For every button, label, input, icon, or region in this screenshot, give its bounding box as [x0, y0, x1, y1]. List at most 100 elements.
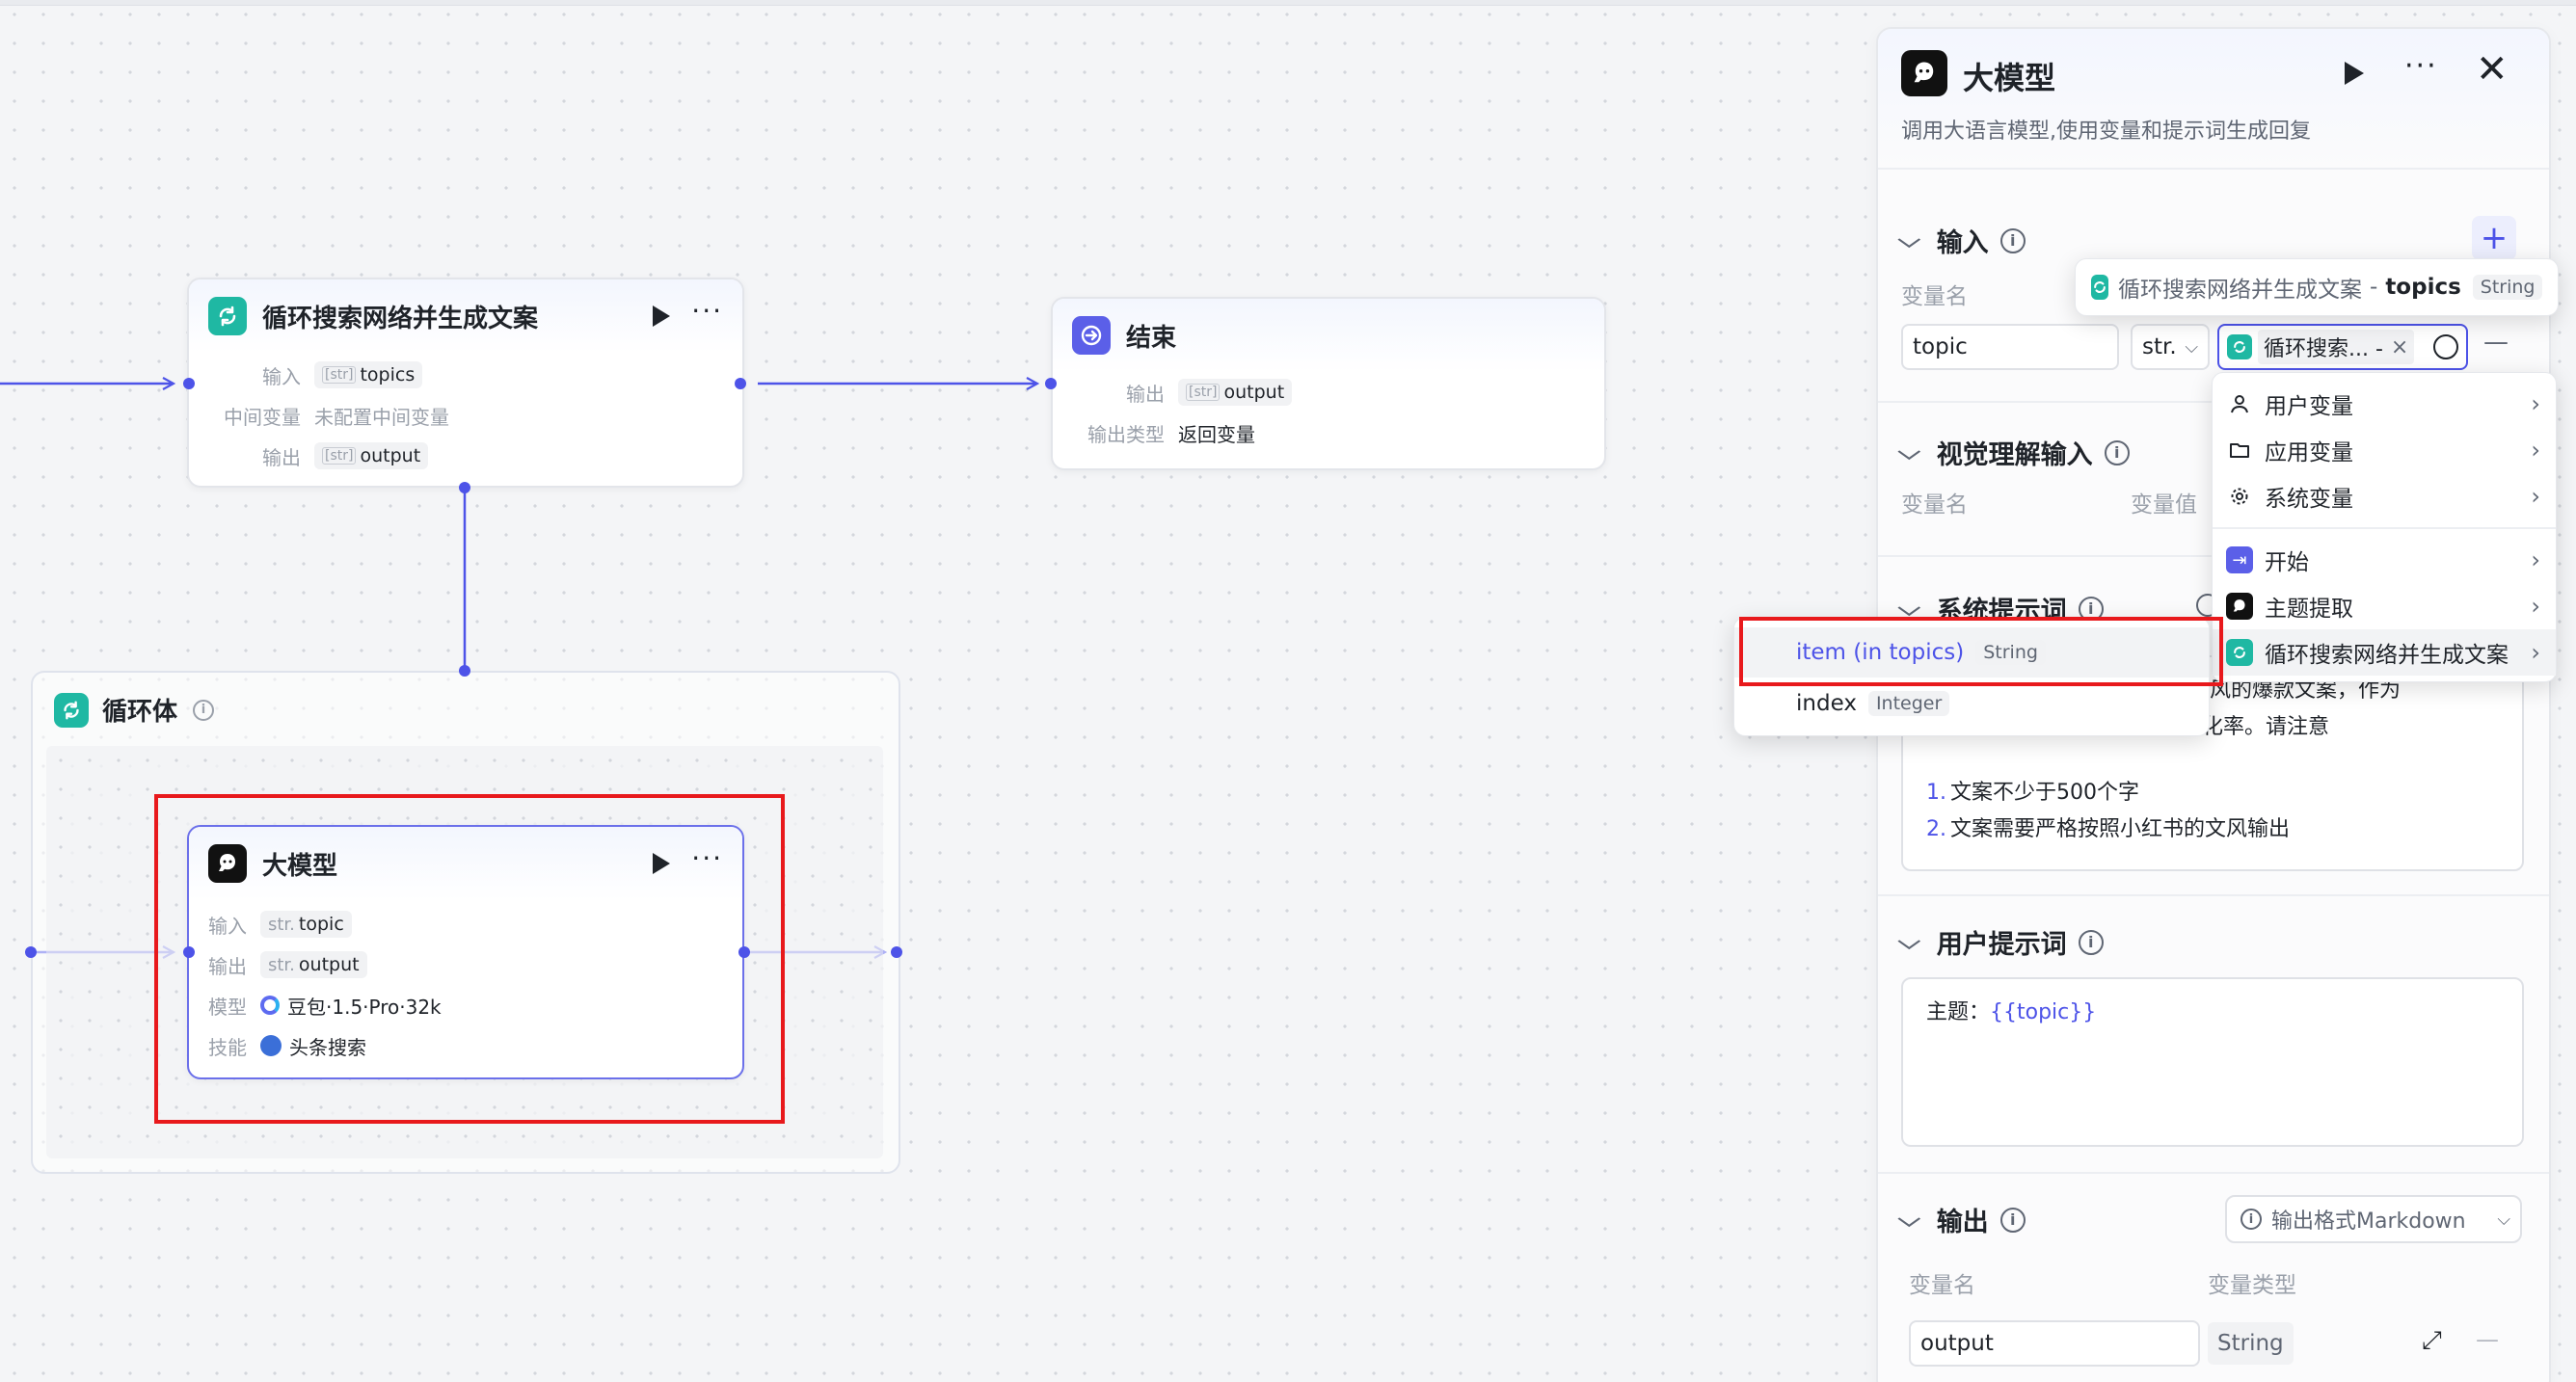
section-output-title[interactable]: ⌵ 输出 i	[1897, 1201, 2026, 1238]
submenu-item-type: Integer	[1867, 691, 1950, 716]
section-label: 输入	[1936, 228, 1989, 258]
user-icon	[2226, 390, 2253, 417]
section-input-title[interactable]: ⌵ 输入 i	[1898, 222, 2026, 259]
menu-item-label: 系统变量	[2265, 487, 2353, 512]
chevron-down-icon: ⌵	[1897, 440, 1921, 465]
tag-value: output	[360, 445, 421, 466]
info-icon: i	[2241, 1209, 2262, 1230]
menu-item-topic-extract-node[interactable]: 主题提取 ›	[2213, 583, 2556, 629]
panel-title: 大模型	[1963, 60, 2056, 96]
input-type-select[interactable]: str. ⌵	[2131, 324, 2210, 370]
more-icon[interactable]: ···	[691, 298, 723, 325]
var-name-label: 变量名	[1901, 284, 1968, 309]
tooltip-var-name: topics	[2385, 275, 2461, 300]
run-icon[interactable]	[2345, 62, 2364, 85]
tooltip-var-type: String	[2472, 275, 2543, 300]
menu-item-label: 应用变量	[2265, 440, 2353, 465]
info-icon[interactable]: i	[1999, 1207, 2026, 1233]
menu-item-app-variables[interactable]: 应用变量 ›	[2213, 427, 2556, 473]
info-icon[interactable]: i	[1999, 227, 2026, 253]
loop-icon	[2091, 275, 2108, 300]
menu-item-label: 开始	[2265, 550, 2309, 575]
info-icon[interactable]: i	[193, 699, 215, 721]
node-loop[interactable]: 循环搜索网络并生成文案 ··· 输入 [str] topics 中间变量 未配置中…	[187, 278, 744, 488]
divider	[2213, 527, 2556, 529]
section-vision-title[interactable]: ⌵ 视觉理解输入 i	[1897, 434, 2130, 471]
folder-icon	[2226, 437, 2253, 464]
close-icon[interactable]: ✕	[2476, 50, 2509, 89]
menu-item-user-variables[interactable]: 用户变量 ›	[2213, 381, 2556, 427]
output-var-type-value: String	[2208, 1322, 2294, 1365]
chevron-down-icon: ⌵	[1897, 1208, 1921, 1232]
variable-tag: [str] output	[314, 442, 429, 469]
panel-header: 大模型 调用大语言模型,使用变量和提示词生成回复 ··· ✕	[1878, 29, 2549, 170]
divider	[1878, 894, 2549, 896]
ref-select-value: 循环搜索... -	[2264, 337, 2383, 361]
loop-body-title: 循环体	[102, 698, 178, 727]
add-input-button[interactable]: +	[2472, 216, 2516, 260]
highlight-box-llm-node	[154, 794, 785, 1124]
variable-tag: [str] output	[1178, 379, 1293, 406]
port-body-in[interactable]	[25, 946, 37, 958]
input-var-name-field[interactable]: topic	[1901, 324, 2119, 370]
menu-item-label: 循环搜索网络并生成文案	[2265, 643, 2509, 668]
node-loop-row-input: 输入 [str] topics	[208, 355, 723, 395]
llm-icon	[1901, 50, 1947, 96]
remove-input-button[interactable]: —	[2483, 328, 2509, 357]
loop-icon	[2226, 639, 2253, 666]
output-format-select[interactable]: i 输出格式Markdown ⌵	[2225, 1195, 2522, 1243]
output-var-name-field[interactable]: output	[1909, 1320, 2200, 1367]
info-icon[interactable]: i	[2078, 929, 2104, 955]
llm-icon	[2226, 593, 2253, 620]
loop-icon	[54, 692, 89, 728]
user-prompt-variable: {{topic}}	[1990, 1000, 2097, 1024]
menu-item-start-node[interactable]: ⇥ 开始 ›	[2213, 537, 2556, 583]
clear-icon[interactable]: ×	[2391, 335, 2408, 359]
remove-output-button[interactable]: —	[2476, 1326, 2499, 1353]
type-select-value: str.	[2142, 334, 2177, 359]
chevron-right-icon: ›	[2531, 483, 2540, 510]
row-label: 输出类型	[1087, 422, 1165, 446]
port-end-in[interactable]	[1045, 378, 1057, 389]
output-var-type-label: 变量类型	[2208, 1273, 2296, 1298]
gear-icon	[2226, 483, 2253, 510]
menu-item-loop-node[interactable]: 循环搜索网络并生成文案 ›	[2213, 629, 2556, 676]
info-icon[interactable]: i	[2104, 439, 2130, 465]
more-icon[interactable]: ···	[2404, 52, 2438, 81]
chevron-right-icon: ›	[2531, 437, 2540, 464]
output-var-name-label: 变量名	[1909, 1273, 1975, 1298]
vision-var-value-label: 变量值	[2131, 492, 2197, 518]
port-body-out[interactable]	[891, 946, 902, 958]
port-loop-out[interactable]	[735, 378, 746, 389]
variable-tag: [str] topics	[314, 361, 423, 388]
chevron-right-icon: ›	[2531, 593, 2540, 620]
type-badge: [str]	[322, 366, 357, 384]
menu-item-system-variables[interactable]: 系统变量 ›	[2213, 473, 2556, 519]
loop-icon	[208, 297, 247, 335]
node-end-header: 结束	[1053, 299, 1604, 372]
system-prompt-list-item: 1. 文案不少于500个字	[1926, 781, 2139, 805]
expand-icon[interactable]: ⤢	[2422, 1326, 2442, 1356]
port-loop-in[interactable]	[183, 378, 195, 389]
variable-picker-icon[interactable]	[2433, 334, 2458, 359]
port-body-top[interactable]	[459, 665, 470, 677]
row-label: 中间变量	[224, 405, 301, 429]
node-end[interactable]: 结束 输出 [str] output 输出类型 返回变量	[1051, 297, 1606, 470]
row-label: 输出	[262, 445, 301, 469]
input-ref-select[interactable]: 循环搜索... - ×	[2217, 324, 2468, 370]
user-prompt-textarea[interactable]: 主题：{{topic}}	[1901, 977, 2524, 1147]
panel-description: 调用大语言模型,使用变量和提示词生成回复	[1901, 120, 2311, 144]
submenu-item-index[interactable]: index Integer	[1734, 679, 2209, 728]
section-user-prompt-title[interactable]: ⌵ 用户提示词 i	[1898, 923, 2104, 961]
run-icon[interactable]	[653, 306, 671, 327]
ref-select-label: 循环搜索... - ×	[2258, 330, 2415, 364]
canvas-top-border	[0, 0, 2576, 6]
port-loop-body[interactable]	[459, 482, 470, 493]
node-end-row-output: 输出 [str] output	[1072, 372, 1585, 412]
tooltip-separator: -	[2370, 275, 2378, 300]
node-loop-title: 循环搜索网络并生成文案	[262, 304, 539, 333]
row-label: 输入	[262, 364, 301, 388]
tag-value: topics	[360, 364, 416, 385]
submenu-item-name: index	[1796, 691, 1857, 716]
chevron-down-icon: ⌵	[2185, 336, 2198, 358]
